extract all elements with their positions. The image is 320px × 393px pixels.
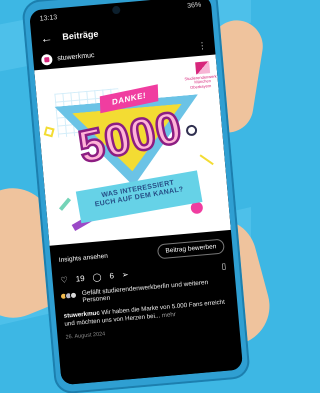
heart-icon[interactable]: ♡ — [60, 275, 68, 285]
thank-you-text: DANKE! — [111, 90, 147, 107]
speech-bubble-icon[interactable]: ◯ — [92, 272, 102, 282]
logo-text-2: München Oberbayern — [189, 78, 212, 90]
account-name[interactable]: stuwerkmuc — [57, 52, 95, 62]
green-dash-decoration — [58, 197, 72, 211]
paper-plane-icon[interactable]: ➢ — [121, 270, 128, 280]
liker-avatar — [69, 291, 78, 300]
caption-more-link[interactable]: mehr — [162, 311, 177, 319]
insights-link[interactable]: Insights ansehen — [59, 253, 109, 264]
account-avatar[interactable] — [40, 53, 53, 66]
status-battery: 36% — [186, 1, 202, 10]
vertical-dots-icon[interactable]: ⋮ — [197, 40, 207, 52]
yellow-line-decoration — [199, 154, 214, 166]
like-count: 19 — [75, 273, 86, 284]
boost-post-button[interactable]: Beitrag bewerben — [156, 238, 225, 260]
status-time: 13:13 — [39, 13, 58, 23]
logo-mark — [195, 61, 211, 75]
comment-count: 6 — [109, 271, 115, 281]
studierendenwerk-logo: Studierendenwerk München Oberbayern — [183, 61, 217, 90]
yellow-square-decoration — [43, 126, 55, 138]
bookmark-icon[interactable]: ▯ — [221, 261, 226, 270]
phone-screen: 13:13 36% ← Beiträge stuwerkmuc ⋮ Studie… — [29, 0, 244, 386]
arrow-left-icon[interactable]: ← — [40, 31, 53, 46]
page-title: Beiträge — [61, 28, 99, 42]
liker-avatars — [59, 291, 78, 307]
post-image[interactable]: Studierendenwerk München Oberbayern DANK… — [34, 54, 231, 246]
smartphone: 13:13 36% ← Beiträge stuwerkmuc ⋮ Studie… — [21, 0, 251, 393]
post-actions: Insights ansehen Beitrag bewerben ♡ 19 ◯… — [50, 230, 240, 343]
